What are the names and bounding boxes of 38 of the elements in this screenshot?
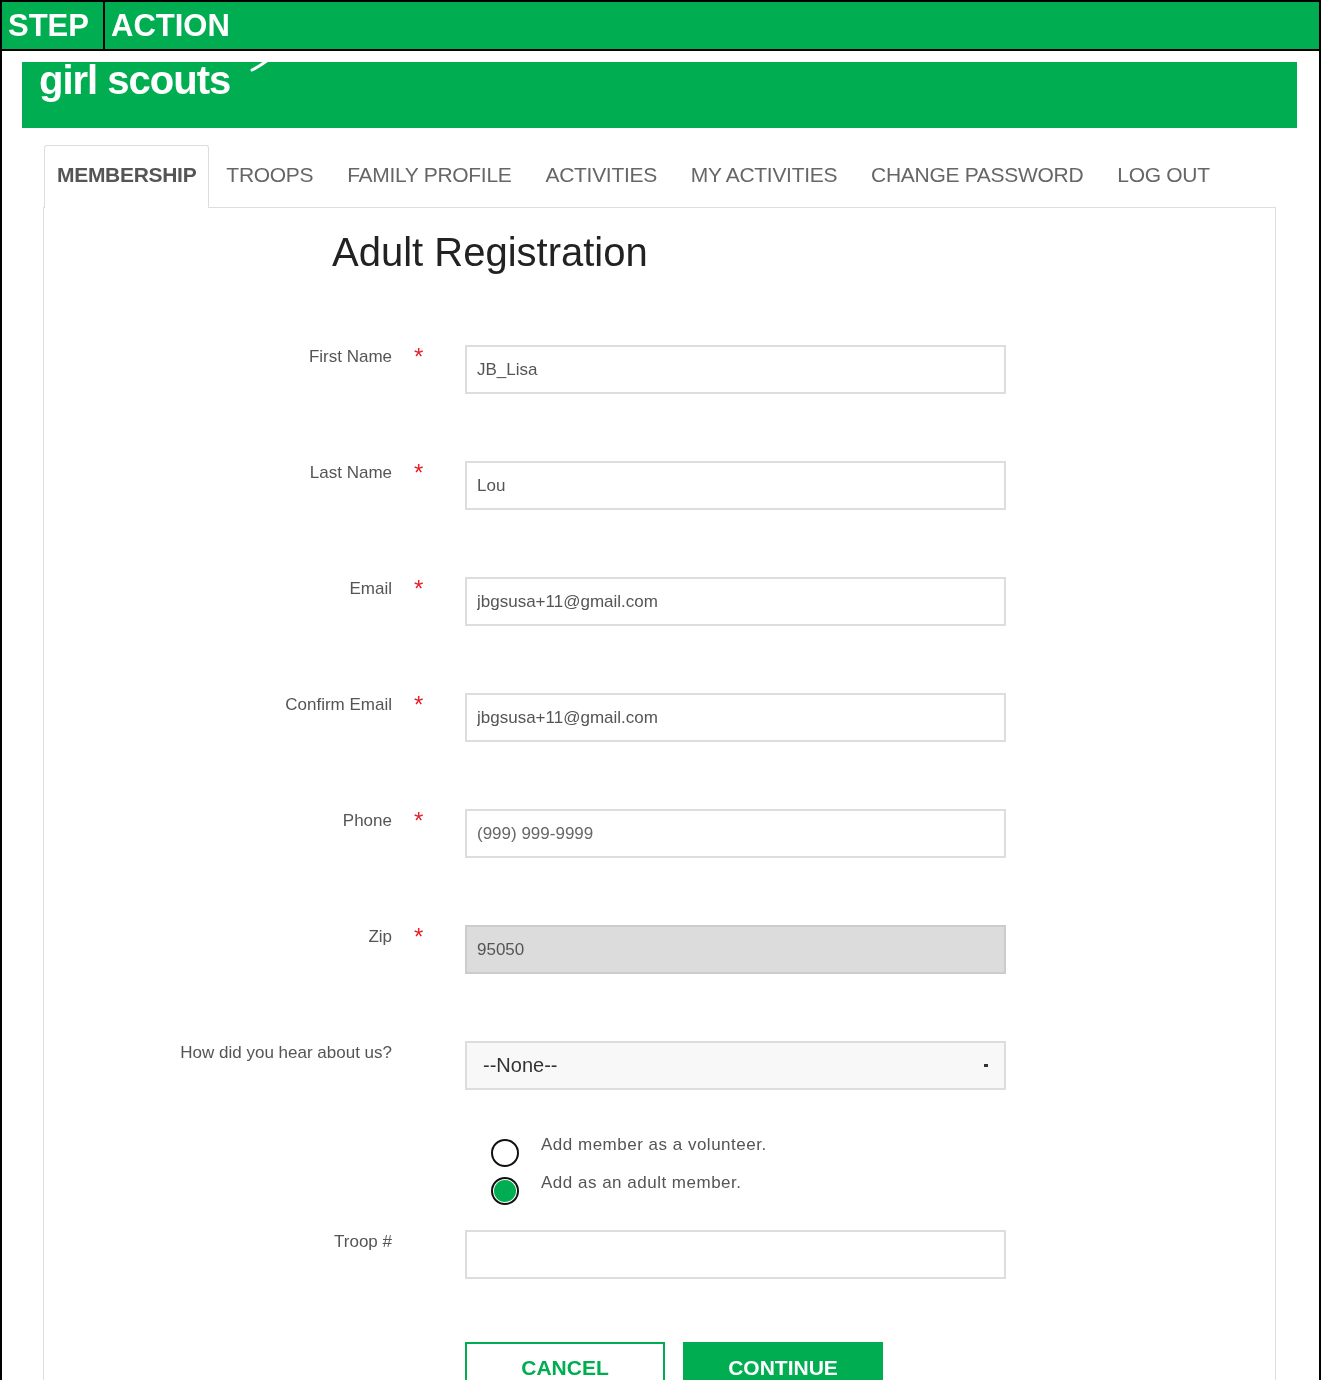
field-label: Last Name <box>308 462 392 483</box>
continue-button[interactable]: CONTINUE <box>683 1342 883 1380</box>
field-label: Email <box>348 578 392 599</box>
input-field[interactable]: jbgsusa+11@gmail.com <box>465 577 1006 626</box>
required-mark: * <box>414 923 424 950</box>
required-mark: * <box>414 691 424 718</box>
input-field[interactable]: (999) 999-9999 <box>465 809 1006 858</box>
field-label: First Name <box>307 346 392 367</box>
input-field[interactable]: Lou <box>465 461 1006 510</box>
nav-tab[interactable]: FAMILY PROFILE <box>330 145 529 207</box>
caret-icon <box>984 1063 988 1068</box>
nav-tab[interactable]: MEMBERSHIP <box>44 145 210 208</box>
nav-tab[interactable]: ACTIVITIES <box>528 145 674 207</box>
input-field[interactable]: JB_Lisa <box>465 345 1006 394</box>
nav-tab[interactable]: MY ACTIVITIES <box>673 145 855 207</box>
input-field[interactable]: jbgsusa+11@gmail.com <box>465 693 1006 742</box>
nav-tab[interactable]: CHANGE PASSWORD <box>854 145 1101 207</box>
required-mark: * <box>414 575 424 602</box>
required-mark: * <box>414 343 424 370</box>
input-field[interactable] <box>465 1230 1006 1279</box>
field-label: Confirm Email <box>284 694 392 715</box>
field-label: Troop # <box>333 1231 392 1252</box>
form-title: Adult Registration <box>332 230 649 275</box>
radio-label: Add as an adult member. <box>541 1173 742 1193</box>
required-mark: * <box>414 459 424 486</box>
cancel-button[interactable]: CANCEL <box>465 1342 665 1380</box>
field-label: How did you hear about us? <box>179 1042 392 1063</box>
required-mark: * <box>414 807 424 834</box>
radio-button[interactable] <box>491 1139 519 1167</box>
column-header: ACTION <box>110 7 230 45</box>
nav-tab[interactable]: LOG OUT <box>1100 145 1227 207</box>
field-label: Phone <box>341 810 392 831</box>
radio-label: Add member as a volunteer. <box>541 1135 767 1155</box>
column-header: STEP <box>2 2 105 49</box>
dropdown[interactable]: --None-- <box>465 1041 1006 1090</box>
radio-button[interactable] <box>491 1177 519 1205</box>
nav-tab[interactable]: TROOPS <box>209 145 331 207</box>
field-label: Zip <box>367 926 392 947</box>
